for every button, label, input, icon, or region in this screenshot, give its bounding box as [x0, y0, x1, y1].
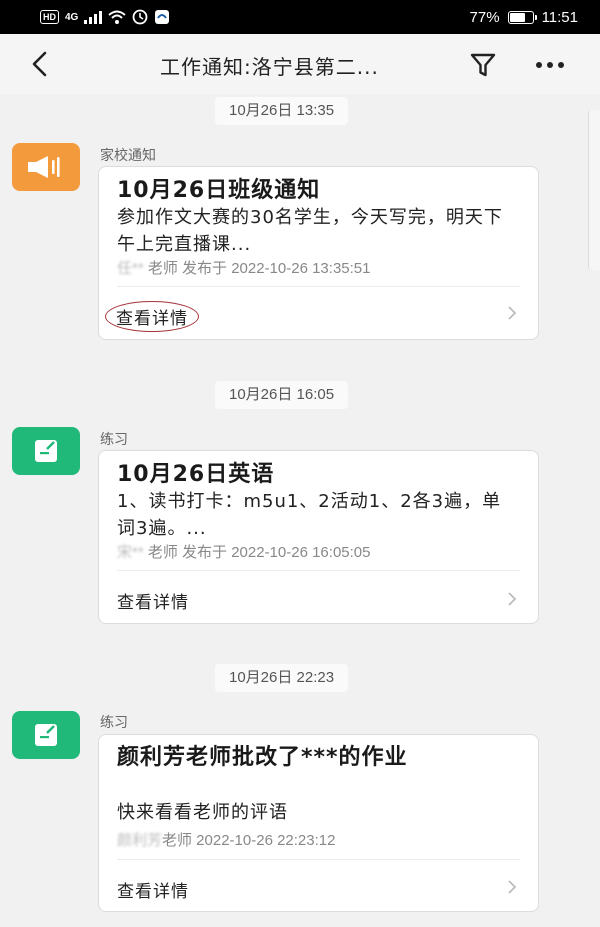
chevron-right-icon	[508, 592, 517, 606]
category-label: 练习	[100, 715, 128, 731]
card-divider	[117, 570, 520, 571]
screen: HD 4G 77% 11:51 工作通知:洛宁县第二... 10月26日 13:…	[0, 0, 600, 927]
network-type: 4G	[65, 11, 79, 23]
card-title: 颜利芳老师批改了***的作业	[117, 745, 408, 770]
status-right: 77% 11:51	[470, 9, 578, 26]
category-label: 练习	[100, 432, 128, 448]
view-details-link[interactable]: 查看详情	[117, 588, 189, 613]
more-dot	[558, 62, 564, 68]
card-title: 10月26日英语	[117, 462, 275, 487]
category-icon	[12, 711, 80, 759]
message-timestamp: 10月26日 22:23	[215, 664, 349, 692]
view-details-link[interactable]: 查看详情	[105, 301, 199, 332]
status-bar: HD 4G 77% 11:51	[0, 0, 600, 34]
back-button[interactable]	[24, 48, 56, 80]
megaphone-icon	[28, 156, 60, 178]
category-icon	[12, 427, 80, 475]
publish-info: 老师 发布于 2022-10-26 13:35:51	[147, 260, 371, 277]
clock: 11:51	[541, 8, 578, 26]
message-timestamp: 10月26日 13:35	[215, 97, 349, 125]
hd-badge: HD	[40, 10, 59, 24]
title-bar: 工作通知:洛宁县第二...	[0, 34, 600, 94]
status-left: HD 4G	[40, 9, 170, 25]
wifi-icon	[108, 10, 127, 24]
card-divider	[117, 286, 520, 287]
view-details-link[interactable]: 查看详情	[117, 877, 189, 902]
filter-icon	[470, 53, 496, 77]
edit-note-icon	[35, 724, 57, 746]
app-notification-icon	[155, 10, 170, 24]
signal-icon	[84, 10, 103, 24]
message-card[interactable]: 10月26日英语 1、读书打卡：m5u1、2活动1、2各3遍，单词3遍。... …	[98, 450, 539, 624]
card-title: 10月26日班级通知	[117, 178, 321, 203]
sender-name: 宋**	[117, 544, 144, 561]
card-meta: 颜利芳老师 2022-10-26 22:23:12	[117, 829, 335, 850]
chevron-left-icon	[32, 51, 47, 77]
battery-fill	[509, 12, 525, 22]
publish-info: 老师 发布于 2022-10-26 16:05:05	[147, 544, 371, 561]
card-body: 快来看看老师的评语	[117, 802, 288, 823]
message-card[interactable]: 10月26日班级通知 参加作文大赛的30名学生，今天写完，明天下午上完直播课..…	[98, 166, 539, 340]
category-icon	[12, 143, 80, 191]
sender-name: 任**	[117, 260, 144, 277]
chevron-right-icon	[508, 880, 517, 894]
more-button[interactable]	[528, 48, 572, 82]
sender-name: 颜利芳	[117, 832, 163, 849]
battery-icon	[507, 10, 537, 24]
battery-percent: 77%	[469, 8, 500, 26]
card-divider	[117, 859, 520, 860]
message-timestamp: 10月26日 16:05	[215, 381, 349, 409]
message-card[interactable]: 颜利芳老师批改了***的作业 快来看看老师的评语 颜利芳老师 2022-10-2…	[98, 734, 539, 912]
edit-note-icon	[35, 440, 57, 462]
more-dot	[536, 62, 542, 68]
publish-info: 老师 2022-10-26 22:23:12	[162, 832, 336, 849]
card-meta: 任** 老师 发布于 2022-10-26 13:35:51	[117, 257, 370, 278]
card-body: 参加作文大赛的30名学生，今天写完，明天下午上完直播课...	[117, 207, 503, 255]
scroll-indicator[interactable]	[588, 110, 600, 270]
filter-button[interactable]	[466, 48, 500, 82]
card-body: 1、读书打卡：m5u1、2活动1、2各3遍，单词3遍。...	[117, 491, 502, 539]
page-title: 工作通知:洛宁县第二...	[160, 55, 379, 79]
category-label: 家校通知	[100, 148, 156, 164]
card-meta: 宋** 老师 发布于 2022-10-26 16:05:05	[117, 541, 370, 562]
more-dot	[547, 62, 553, 68]
chevron-right-icon	[508, 306, 517, 320]
alarm-icon	[132, 9, 148, 25]
